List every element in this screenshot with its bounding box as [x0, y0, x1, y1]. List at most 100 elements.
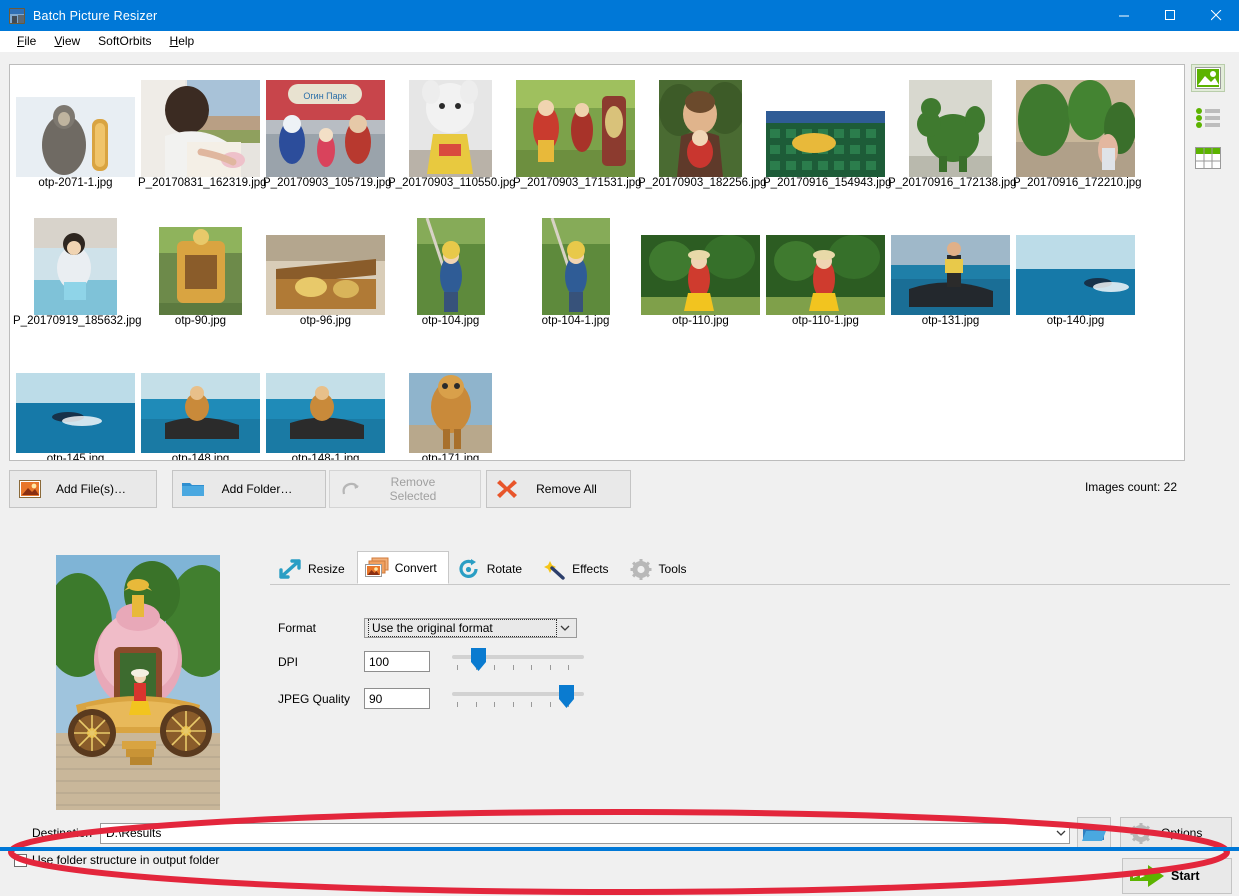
chevron-down-icon	[556, 625, 574, 632]
thumbnail-label: P_20170916_154943.jpg	[763, 177, 892, 189]
menu-item-view[interactable]: View	[45, 32, 89, 50]
thumbnail-row	[10, 205, 1184, 315]
thumbnail-item[interactable]	[263, 373, 388, 453]
thumbnail-label: otp-131.jpg	[921, 315, 980, 327]
thumbnail-image	[416, 218, 485, 315]
thumbnail-item[interactable]	[888, 235, 1013, 315]
dpi-input[interactable]: 100	[364, 651, 430, 672]
thumbnail-label: otp-110-1.jpg	[792, 315, 859, 327]
thumbnail-item[interactable]	[138, 80, 263, 177]
thumbnail-item[interactable]	[138, 227, 263, 315]
add-folder-button[interactable]: Add Folder…	[172, 470, 326, 508]
thumbnail-image	[891, 235, 1010, 315]
thumbnail-item[interactable]	[263, 235, 388, 315]
thumbnail-image	[541, 218, 610, 315]
thumbnails-view-button[interactable]	[1191, 64, 1225, 92]
status-bar	[0, 847, 1239, 851]
thumbnail-item[interactable]	[763, 235, 888, 315]
menu-item-file[interactable]: File	[8, 32, 45, 50]
thumbnail-item[interactable]	[513, 218, 638, 315]
resize-arrow-icon	[277, 557, 303, 581]
convert-images-icon	[364, 556, 390, 580]
thumbnail-item[interactable]	[513, 80, 638, 177]
thumbnail-item[interactable]	[1013, 235, 1138, 315]
thumbnail-item[interactable]	[638, 235, 763, 315]
minimize-icon[interactable]	[1101, 0, 1147, 31]
options-button[interactable]: Options	[1120, 817, 1232, 849]
window-title: Batch Picture Resizer	[33, 8, 158, 23]
tab-strip: Resize Convert Rotate Effects Tools	[270, 551, 1230, 585]
thumbnail-image	[516, 80, 635, 177]
thumbnail-item[interactable]	[138, 373, 263, 453]
jpeg-quality-input[interactable]: 90	[364, 688, 430, 709]
add-files-button[interactable]: Add File(s)…	[9, 470, 157, 508]
view-mode-toolbar	[1186, 64, 1230, 172]
format-combobox[interactable]: Use the original format	[364, 618, 577, 638]
details-view-button[interactable]	[1191, 144, 1225, 172]
tab-effects[interactable]: Effects	[534, 553, 621, 584]
title-bar: Batch Picture Resizer	[0, 0, 1239, 31]
green-arrow-icon	[1123, 865, 1171, 887]
thumbnail-item[interactable]: Огин Парк	[263, 80, 388, 177]
tab-convert[interactable]: Convert	[356, 551, 449, 584]
image-icon	[1195, 67, 1221, 89]
maximize-icon[interactable]	[1147, 0, 1193, 31]
image-list-pane[interactable]: Огин Парк otp-2071-1.jpg P_20170831_1623…	[9, 64, 1185, 461]
remove-selected-label: Remove Selected	[389, 475, 437, 503]
thumbnail-label: otp-104.jpg	[421, 315, 480, 327]
tab-rotate[interactable]: Rotate	[448, 553, 535, 584]
thumbnail-label: otp-145.jpg	[46, 453, 105, 461]
menu-item-help[interactable]: Help	[161, 32, 204, 50]
thumbnail-image	[266, 373, 385, 453]
file-toolbar: Add File(s)… Add Folder… Remove Selected	[9, 470, 1230, 510]
jpeg-quality-slider[interactable]	[452, 684, 584, 714]
list-view-button[interactable]	[1191, 104, 1225, 132]
folder-open-icon	[1082, 824, 1106, 841]
app-icon	[9, 7, 25, 24]
menu-item-softorbits[interactable]: SoftOrbits	[89, 32, 160, 50]
thumbnail-label: P_20170831_162319.jpg	[138, 177, 267, 189]
thumbnail-item[interactable]	[638, 80, 763, 177]
window-controls	[1101, 0, 1239, 31]
main-content: Огин Парк otp-2071-1.jpg P_20170831_1623…	[0, 52, 1239, 895]
thumbnail-item[interactable]	[13, 97, 138, 177]
thumbnail-image	[409, 80, 492, 177]
thumbnail-label: P_20170916_172210.jpg	[1013, 177, 1142, 189]
remove-selected-button[interactable]: Remove Selected	[329, 470, 481, 508]
remove-all-button[interactable]: Remove All	[486, 470, 631, 508]
start-label: Start	[1171, 869, 1200, 883]
tab-resize[interactable]: Resize	[270, 553, 357, 584]
close-icon[interactable]	[1193, 0, 1239, 31]
use-folder-structure-label: Use folder structure in output folder	[32, 853, 220, 867]
use-folder-structure-checkbox[interactable]	[14, 853, 27, 867]
browse-folder-button[interactable]	[1077, 817, 1111, 849]
thumbnail-label: otp-90.jpg	[174, 315, 227, 327]
thumbnail-label: P_20170916_172138.jpg	[888, 177, 1017, 189]
tab-tools[interactable]: Tools	[620, 553, 699, 584]
thumbnail-item[interactable]	[888, 80, 1013, 177]
options-label: Options	[1161, 826, 1203, 840]
thumbnail-labels-row: otp-2071-1.jpg P_20170831_162319.jpg P_2…	[10, 177, 1184, 197]
thumbnail-item[interactable]	[763, 111, 888, 177]
thumbnail-item[interactable]	[388, 218, 513, 315]
thumbnail-item[interactable]	[1013, 80, 1138, 177]
thumbnail-image	[641, 235, 760, 315]
thumbnail-item[interactable]	[388, 80, 513, 177]
thumbnail-item[interactable]	[13, 373, 138, 453]
use-folder-structure-row[interactable]: Use folder structure in output folder	[14, 853, 219, 867]
chevron-down-icon	[1052, 830, 1069, 837]
add-folder-label: Add Folder…	[221, 482, 293, 496]
thumbnail-image	[1016, 235, 1135, 315]
thumbnail-label: P_20170903_171531.jpg	[513, 177, 642, 189]
thumbnail-label: otp-148.jpg	[171, 453, 230, 461]
thumbnail-item[interactable]	[13, 218, 138, 315]
start-button[interactable]: Start	[1122, 858, 1232, 894]
image-preview	[56, 555, 220, 810]
dpi-slider[interactable]	[452, 647, 584, 677]
destination-combobox[interactable]: D:\Results	[100, 822, 1070, 844]
dpi-slider-thumb[interactable]	[470, 648, 487, 672]
thumbnail-image	[16, 373, 135, 453]
tab-label: Tools	[658, 562, 687, 576]
thumbnail-item[interactable]	[388, 373, 513, 453]
jpeg-slider-thumb[interactable]	[558, 685, 575, 709]
